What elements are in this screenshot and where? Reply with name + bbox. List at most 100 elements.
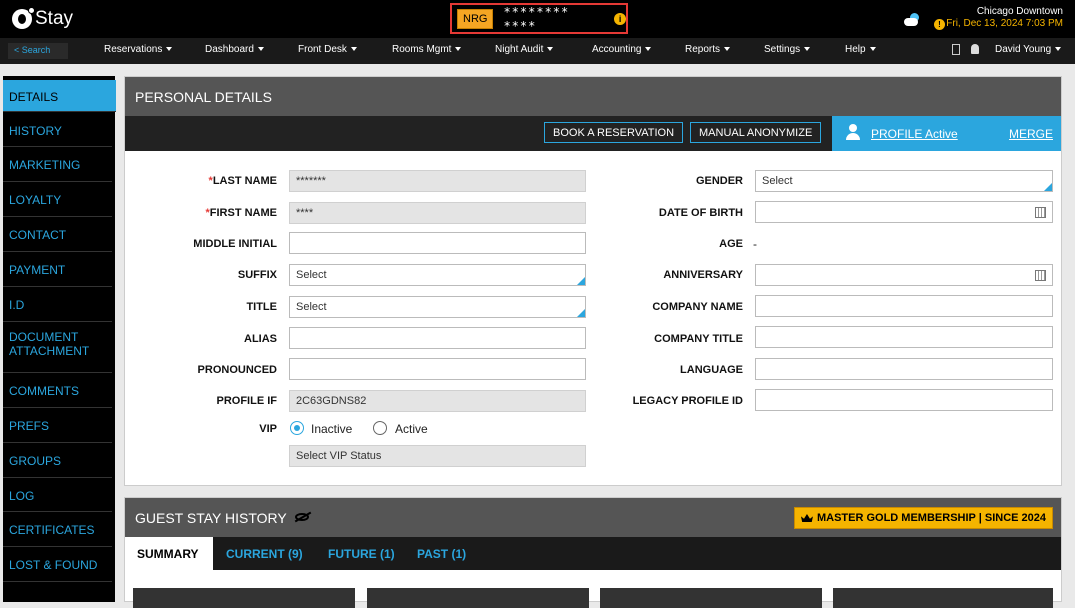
vip-inactive-radio[interactable] bbox=[290, 421, 304, 435]
nav-label: Settings bbox=[764, 44, 801, 55]
tab-summary[interactable]: SUMMARY bbox=[125, 537, 213, 570]
sidebar-item-contact[interactable]: CONTACT bbox=[3, 218, 112, 252]
middle-initial-field[interactable] bbox=[289, 232, 586, 254]
person-icon bbox=[845, 124, 861, 140]
search-input[interactable]: < Search bbox=[8, 43, 68, 59]
dropdown-corner-icon bbox=[577, 277, 585, 285]
crown-icon bbox=[800, 514, 813, 522]
age-label: AGE bbox=[719, 238, 743, 250]
company-title-label: COMPANY TITLE bbox=[654, 333, 743, 345]
chevron-down-icon bbox=[804, 47, 811, 52]
vip-inactive-label: Inactive bbox=[311, 422, 353, 436]
merge-link[interactable]: MERGE bbox=[1009, 127, 1053, 141]
nav-rooms-mgmt[interactable]: Rooms Mgmt bbox=[392, 44, 462, 55]
nav-reservations[interactable]: Reservations bbox=[104, 44, 173, 55]
nav-label: Reservations bbox=[104, 44, 163, 55]
nav-label: Front Desk bbox=[298, 44, 347, 55]
sidebar-item-history[interactable]: HISTORY bbox=[3, 114, 112, 147]
nav-night-audit[interactable]: Night Audit bbox=[495, 44, 554, 55]
nav-front-desk[interactable]: Front Desk bbox=[298, 44, 357, 55]
dropdown-corner-icon bbox=[1044, 183, 1052, 191]
nav-label: Dashboard bbox=[205, 44, 254, 55]
nav-reports[interactable]: Reports bbox=[685, 44, 731, 55]
nav-label: Night Audit bbox=[495, 44, 544, 55]
title-value: Select bbox=[296, 301, 327, 313]
panel-title: PERSONAL DETAILS bbox=[125, 77, 1061, 116]
nav-label: Accounting bbox=[592, 44, 642, 55]
sidebar-item-marketing[interactable]: MARKETING bbox=[3, 148, 112, 182]
company-name-field[interactable] bbox=[755, 295, 1053, 317]
nav-accounting[interactable]: Accounting bbox=[592, 44, 652, 55]
title-select[interactable]: Select bbox=[289, 296, 586, 318]
first-name-field[interactable]: **** bbox=[289, 202, 586, 224]
sidebar-item-lost-found[interactable]: LOST & FOUND bbox=[3, 548, 112, 582]
nav-settings[interactable]: Settings bbox=[764, 44, 811, 55]
sidebar-item-payment[interactable]: PAYMENT bbox=[3, 253, 112, 287]
chevron-down-icon bbox=[1055, 47, 1062, 52]
pronounced-field[interactable] bbox=[289, 358, 586, 380]
guest-identity-box: NRG ******** **** i bbox=[450, 3, 628, 34]
nav-dashboard[interactable]: Dashboard bbox=[205, 44, 264, 55]
profile-status-area: PROFILE Active MERGE bbox=[832, 116, 1061, 151]
anniversary-label: ANNIVERSARY bbox=[663, 269, 743, 281]
last-name-label: *LAST NAME bbox=[165, 175, 277, 187]
legacy-profile-id-field[interactable] bbox=[755, 389, 1053, 411]
alias-field[interactable] bbox=[289, 327, 586, 349]
suffix-select[interactable]: Select bbox=[289, 264, 586, 286]
tab-current[interactable]: CURRENT (9) bbox=[220, 537, 309, 570]
nav-help[interactable]: Help bbox=[845, 44, 876, 55]
sidebar-item-loyalty[interactable]: LOYALTY bbox=[3, 183, 112, 217]
personal-details-panel: PERSONAL DETAILS BOOK A RESERVATION MANU… bbox=[124, 76, 1062, 486]
weather-icon[interactable] bbox=[902, 13, 920, 27]
summary-card bbox=[367, 588, 589, 608]
panel-action-bar: BOOK A RESERVATION MANUAL ANONYMIZE PROF… bbox=[125, 116, 1061, 151]
sidebar-item-comments[interactable]: COMMENTS bbox=[3, 374, 112, 408]
eye-slash-icon[interactable] bbox=[295, 513, 309, 521]
chevron-down-icon bbox=[547, 47, 554, 52]
nav-label: Reports bbox=[685, 44, 721, 55]
book-reservation-button[interactable]: BOOK A RESERVATION bbox=[544, 122, 684, 143]
sidebar-item-details[interactable]: DETAILS bbox=[3, 80, 116, 112]
user-menu[interactable]: David Young bbox=[995, 44, 1062, 55]
sidebar-item-log[interactable]: LOG bbox=[3, 479, 112, 512]
last-name-field[interactable]: ******* bbox=[289, 170, 586, 192]
chevron-down-icon bbox=[166, 47, 173, 52]
calendar-icon[interactable] bbox=[1035, 207, 1046, 218]
warning-icon[interactable]: ! bbox=[934, 19, 945, 30]
property-code-badge[interactable]: NRG bbox=[457, 8, 494, 29]
guest-stay-history-panel: GUEST STAY HISTORY MASTER GOLD MEMBERSHI… bbox=[124, 497, 1062, 608]
profile-if-field[interactable]: 2C63GDNS82 bbox=[289, 390, 586, 412]
language-field[interactable] bbox=[755, 358, 1053, 380]
nav-label: Help bbox=[845, 44, 866, 55]
company-name-label: COMPANY NAME bbox=[652, 301, 743, 313]
vip-active-radio[interactable] bbox=[373, 421, 387, 435]
last-name-label-text: LAST NAME bbox=[212, 175, 277, 187]
calendar-icon[interactable] bbox=[1035, 270, 1046, 281]
sidebar-item-document-attachment[interactable]: DOCUMENT ATTACHMENT bbox=[3, 323, 112, 373]
sidebar-item-id[interactable]: I.D bbox=[3, 288, 112, 322]
dob-field[interactable] bbox=[755, 201, 1053, 223]
dropdown-corner-icon bbox=[577, 309, 585, 317]
profile-sidebar: DETAILS HISTORY MARKETING LOYALTY CONTAC… bbox=[3, 76, 116, 602]
summary-card bbox=[833, 588, 1053, 608]
chevron-down-icon bbox=[869, 47, 876, 52]
gender-select[interactable]: Select bbox=[755, 170, 1053, 192]
info-icon[interactable]: i bbox=[614, 12, 626, 25]
chevron-down-icon bbox=[455, 47, 462, 52]
manual-anonymize-button[interactable]: MANUAL ANONYMIZE bbox=[690, 122, 822, 143]
sidebar-item-prefs[interactable]: PREFS bbox=[3, 409, 112, 443]
sidebar-item-certificates[interactable]: CERTIFICATES bbox=[3, 513, 112, 547]
sidebar-item-groups[interactable]: GROUPS bbox=[3, 444, 112, 478]
gender-label: GENDER bbox=[695, 175, 743, 187]
tab-past[interactable]: PAST (1) bbox=[411, 537, 472, 570]
logo-icon bbox=[12, 7, 35, 29]
tab-future[interactable]: FUTURE (1) bbox=[322, 537, 401, 570]
bell-icon[interactable] bbox=[971, 44, 979, 54]
clipboard-icon[interactable] bbox=[952, 44, 960, 55]
anniversary-field[interactable] bbox=[755, 264, 1053, 286]
app-logo[interactable]: Stay bbox=[12, 7, 73, 30]
company-title-field[interactable] bbox=[755, 326, 1053, 348]
title-label: TITLE bbox=[246, 301, 277, 313]
profile-status-link[interactable]: PROFILE Active bbox=[871, 127, 958, 141]
vip-status-select[interactable]: Select VIP Status bbox=[289, 445, 586, 467]
